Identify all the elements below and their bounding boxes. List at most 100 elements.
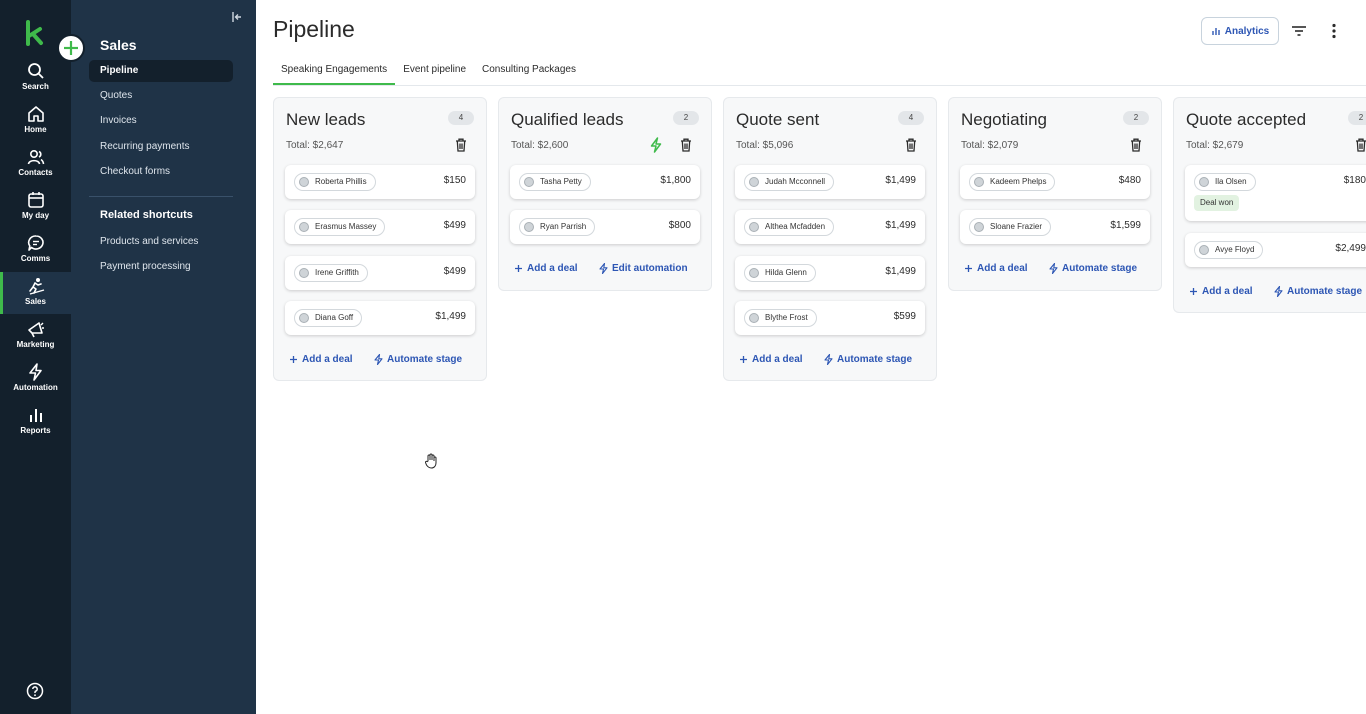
deal-value: $1,599: [1110, 220, 1141, 231]
stage-title: Quote accepted: [1186, 110, 1307, 129]
nav-item-invoices[interactable]: Invoices: [89, 110, 233, 132]
deal-won-badge: Deal won: [1194, 195, 1240, 211]
deal-card[interactable]: Kadeem Phelps $480: [960, 165, 1150, 199]
contact-chip[interactable]: Sloane Frazier: [969, 218, 1052, 236]
contact-chip[interactable]: Avye Floyd: [1194, 241, 1264, 259]
plus-icon: [1190, 288, 1197, 295]
automation-label: Automate stage: [837, 354, 913, 365]
nav-item-quotes[interactable]: Quotes: [89, 85, 233, 107]
trash-icon[interactable]: [1130, 138, 1142, 152]
sales-icon: [28, 278, 44, 295]
deal-card[interactable]: Althea Mcfadden $1,499: [735, 210, 925, 244]
rail-search[interactable]: Search: [0, 62, 71, 102]
stage-total: Total: $2,079: [961, 140, 1019, 151]
nav-item-payment-processing[interactable]: Payment processing: [89, 256, 233, 278]
rail-automation[interactable]: Automation: [0, 363, 71, 403]
contact-chip[interactable]: Erasmus Massey: [294, 218, 386, 236]
tab-event-pipeline[interactable]: Event pipeline: [395, 60, 474, 85]
contact-name: Sloane Frazier: [990, 222, 1043, 231]
contact-chip[interactable]: Tasha Petty: [519, 173, 591, 191]
plus-icon: [290, 356, 297, 363]
avatar: [974, 222, 984, 232]
help-icon[interactable]: [26, 682, 44, 700]
add-deal-button[interactable]: Add a deal: [739, 354, 803, 365]
collapse-sidebar-icon[interactable]: [230, 10, 244, 24]
trash-icon[interactable]: [905, 138, 917, 152]
deal-card[interactable]: Tasha Petty $1,800: [510, 165, 700, 199]
deal-value: $1,499: [435, 311, 466, 322]
trash-icon[interactable]: [680, 138, 692, 152]
deal-card[interactable]: Erasmus Massey $499: [285, 210, 475, 244]
nav-item-checkout-forms[interactable]: Checkout forms: [89, 161, 233, 183]
rail-label: Comms: [20, 254, 51, 263]
add-deal-label: Add a deal: [1202, 286, 1253, 297]
contact-chip[interactable]: Ryan Parrish: [519, 218, 596, 236]
bolt-icon: [1049, 263, 1058, 274]
stage-total: Total: $2,600: [511, 140, 569, 151]
edit-automation-button[interactable]: Edit automation: [599, 263, 688, 274]
deal-card[interactable]: Roberta Phillis $150: [285, 165, 475, 199]
nav-item-recurring-payments[interactable]: Recurring payments: [89, 136, 233, 158]
automate-stage-button[interactable]: Automate stage: [1049, 263, 1137, 274]
contact-chip[interactable]: Diana Goff: [294, 309, 363, 327]
add-deal-button[interactable]: Add a deal: [289, 354, 353, 365]
more-options-icon[interactable]: [1326, 22, 1342, 40]
avatar: [974, 177, 984, 187]
deal-card[interactable]: Ryan Parrish $800: [510, 210, 700, 244]
keap-logo[interactable]: [25, 20, 45, 46]
contact-chip[interactable]: Althea Mcfadden: [744, 218, 835, 236]
avatar: [749, 313, 759, 323]
nav-item-pipeline[interactable]: Pipeline: [89, 60, 233, 82]
deal-count-badge: 2: [1123, 111, 1149, 125]
bar-chart-icon: [1212, 28, 1220, 35]
automate-stage-button[interactable]: Automate stage: [824, 354, 912, 365]
trash-icon[interactable]: [455, 138, 467, 152]
rail-sales[interactable]: Sales: [0, 272, 71, 314]
contact-chip[interactable]: Roberta Phillis: [294, 173, 376, 191]
bolt-icon: [28, 363, 42, 381]
trash-icon[interactable]: [1355, 138, 1366, 152]
rail-reports[interactable]: Reports: [0, 406, 71, 446]
page-title: Pipeline: [273, 16, 355, 42]
deal-card[interactable]: Hilda Glenn $1,499: [735, 256, 925, 290]
rail-comms[interactable]: Comms: [0, 234, 71, 274]
deal-card[interactable]: Ila Olsen $180 Deal won: [1185, 165, 1366, 221]
contact-chip[interactable]: Irene Griffith: [294, 264, 368, 282]
deal-card[interactable]: Sloane Frazier $1,599: [960, 210, 1150, 244]
avatar: [524, 222, 534, 232]
create-new-button[interactable]: [57, 34, 85, 62]
tab-speaking-engagements[interactable]: Speaking Engagements: [273, 60, 396, 85]
deal-card[interactable]: Irene Griffith $499: [285, 256, 475, 290]
rail-home[interactable]: Home: [0, 105, 71, 145]
add-deal-button[interactable]: Add a deal: [514, 263, 578, 274]
deal-card[interactable]: Avye Floyd $2,499: [1185, 233, 1366, 267]
contact-chip[interactable]: Kadeem Phelps: [969, 173, 1056, 191]
nav-item-products-and-services[interactable]: Products and services: [89, 231, 233, 253]
tab-consulting-packages[interactable]: Consulting Packages: [474, 60, 584, 85]
chat-icon: [27, 235, 44, 251]
automate-stage-button[interactable]: Automate stage: [374, 354, 462, 365]
rail-my-day[interactable]: My day: [0, 191, 71, 231]
contact-chip[interactable]: Blythe Frost: [744, 309, 817, 327]
add-deal-button[interactable]: Add a deal: [1189, 286, 1253, 297]
nav-divider: [89, 196, 233, 197]
automate-stage-button[interactable]: Automate stage: [1274, 286, 1362, 297]
hand-cursor-icon: [425, 453, 437, 469]
stage-title: Negotiating: [961, 110, 1048, 129]
add-deal-button[interactable]: Add a deal: [964, 263, 1028, 274]
avatar: [749, 268, 759, 278]
contact-chip[interactable]: Hilda Glenn: [744, 264, 816, 282]
filter-icon[interactable]: [1290, 22, 1308, 40]
deal-card[interactable]: Judah Mcconnell $1,499: [735, 165, 925, 199]
contact-name: Roberta Phillis: [315, 177, 367, 186]
deal-card[interactable]: Blythe Frost $599: [735, 301, 925, 335]
automation-label: Edit automation: [612, 263, 688, 274]
analytics-button[interactable]: Analytics: [1201, 17, 1279, 45]
automation-active-bolt-icon[interactable]: [650, 137, 662, 153]
rail-contacts[interactable]: Contacts: [0, 148, 71, 188]
contact-chip[interactable]: Judah Mcconnell: [744, 173, 835, 191]
avatar: [299, 177, 309, 187]
contact-chip[interactable]: Ila Olsen: [1194, 173, 1256, 191]
rail-marketing[interactable]: Marketing: [0, 320, 71, 360]
deal-card[interactable]: Diana Goff $1,499: [285, 301, 475, 335]
